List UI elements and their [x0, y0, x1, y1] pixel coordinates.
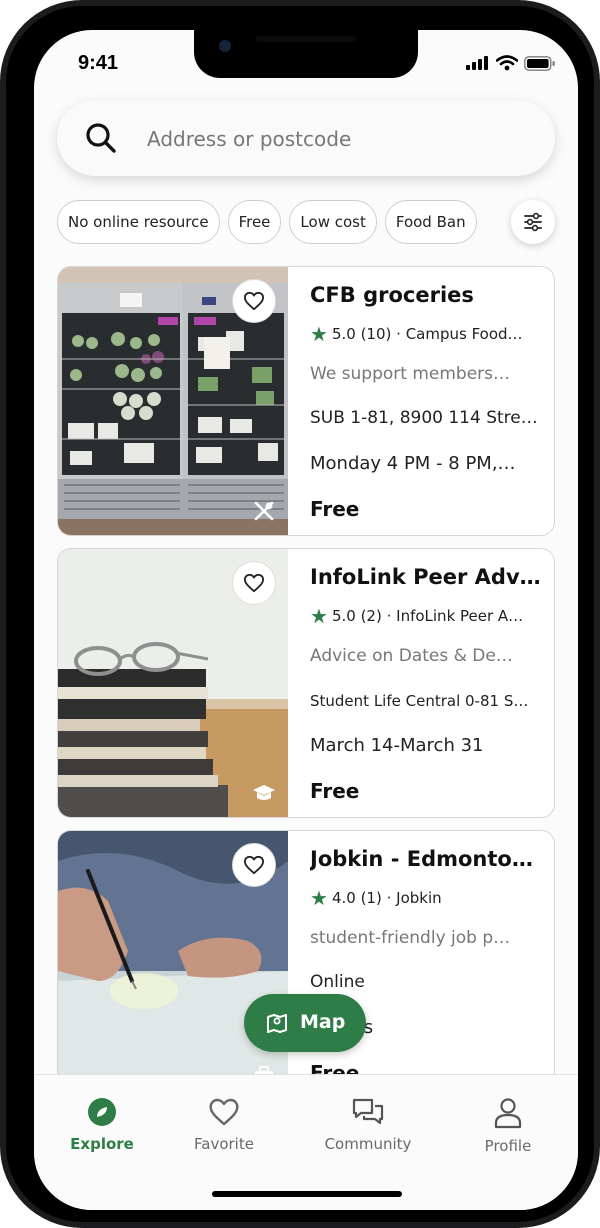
review-count: (2) — [360, 607, 382, 625]
listing-title: InfoLink Peer Advi… — [310, 565, 546, 589]
star-icon: ★ — [310, 322, 328, 346]
map-button-label: Map — [300, 1011, 346, 1033]
chip-low-cost[interactable]: Low cost — [289, 200, 377, 244]
listing-description: We support members… — [310, 364, 511, 384]
listing-rating: ★ 5.0 (10) · Campus Food… — [310, 322, 546, 346]
graduation-cap-icon — [253, 785, 275, 800]
listing-hours: March 14-March 31 — [310, 735, 484, 756]
star-icon: ★ — [310, 886, 328, 910]
search-input[interactable] — [147, 124, 527, 154]
map-icon — [267, 1014, 287, 1033]
nav-community[interactable]: Community — [308, 1097, 428, 1153]
nav-label-favorite: Favorite — [194, 1135, 254, 1153]
phone-frame: 9:41 Address or postcode No online resou… — [0, 0, 600, 1228]
chat-icon — [352, 1098, 384, 1125]
nav-favorite[interactable]: Favorite — [164, 1097, 284, 1153]
listing-card-jobkin[interactable]: Jobkin - Edmonto… ★ 4.0 (1) · Jobkin stud… — [57, 830, 555, 1100]
phone-bezel: 9:41 Address or postcode No online resou… — [6, 6, 594, 1222]
front-camera — [219, 40, 231, 52]
rating-value: 4.0 — [331, 889, 356, 907]
map-button[interactable]: Map — [244, 994, 366, 1052]
filter-settings-button[interactable] — [511, 200, 555, 244]
provider-name: · Campus Food… — [396, 325, 523, 343]
listing-title: Jobkin - Edmonto… — [310, 847, 533, 871]
search-bar[interactable] — [57, 100, 555, 176]
cellular-signal-icon — [466, 56, 488, 70]
nav-label-community: Community — [324, 1135, 412, 1153]
fork-knife-icon — [254, 501, 274, 521]
listing-image-writing-hand — [58, 831, 288, 1099]
listing-card-cfb-groceries[interactable]: CFB groceries ★ 5.0 (10) · Campus Food… W… — [57, 266, 555, 536]
favorite-button[interactable] — [232, 843, 276, 887]
wifi-icon — [496, 55, 518, 71]
sliders-icon — [524, 212, 542, 232]
listing-title: CFB groceries — [310, 283, 474, 307]
listing-price: Free — [310, 779, 360, 803]
listing-rating: ★ 4.0 (1) · Jobkin — [310, 886, 546, 910]
person-icon — [494, 1098, 522, 1129]
listing-address: Online — [310, 972, 365, 992]
heart-outline-icon — [244, 855, 265, 875]
listing-address: SUB 1-81, 8900 114 Stre… — [310, 408, 538, 428]
listing-description: student-friendly job p… — [310, 928, 511, 948]
filter-chips: No online resource Free Low cost Food Ban — [57, 200, 499, 244]
review-count: (10) — [360, 325, 392, 343]
home-indicator — [212, 1191, 402, 1197]
nav-label-profile: Profile — [484, 1137, 532, 1155]
listing-address: Student Life Central 0-81 S… — [310, 692, 529, 710]
rating-value: 5.0 — [331, 607, 356, 625]
listing-hours: Monday 4 PM - 8 PM,… — [310, 453, 516, 474]
listing-price: Free — [310, 497, 360, 521]
speaker — [256, 36, 356, 42]
status-time: 9:41 — [78, 52, 119, 74]
chip-food-bank[interactable]: Food Ban — [384, 200, 477, 244]
bottom-nav: Explore Favorite Community Profile — [34, 1074, 578, 1210]
listing-description: Advice on Dates & De… — [310, 646, 513, 666]
nav-explore[interactable]: Explore — [42, 1097, 162, 1153]
heart-outline-icon — [244, 291, 265, 311]
star-icon: ★ — [310, 604, 328, 628]
listing-card-infolink[interactable]: InfoLink Peer Advi… ★ 5.0 (2) · InfoLink … — [57, 548, 555, 818]
search-icon — [86, 123, 116, 153]
provider-name: · InfoLink Peer A… — [386, 607, 524, 625]
notch — [194, 30, 418, 78]
app-screen: 9:41 Address or postcode No online resou… — [34, 30, 578, 1210]
chip-free[interactable]: Free — [227, 200, 282, 244]
compass-icon — [88, 1098, 116, 1126]
heart-icon — [209, 1098, 239, 1126]
review-count: (1) — [360, 889, 382, 907]
favorite-button[interactable] — [232, 279, 276, 323]
heart-outline-icon — [244, 573, 265, 593]
rating-value: 5.0 — [331, 325, 356, 343]
nav-profile[interactable]: Profile — [448, 1097, 568, 1155]
favorite-button[interactable] — [232, 561, 276, 605]
chip-no-online-resource[interactable]: No online resource — [57, 200, 220, 244]
provider-name: · Jobkin — [386, 889, 442, 907]
battery-icon — [524, 55, 555, 71]
listing-image-books-glasses — [58, 549, 288, 817]
listing-image-grocery-fridges — [58, 267, 288, 535]
status-icons — [466, 55, 556, 71]
listing-rating: ★ 5.0 (2) · InfoLink Peer A… — [310, 604, 546, 628]
nav-label-explore: Explore — [70, 1135, 134, 1153]
